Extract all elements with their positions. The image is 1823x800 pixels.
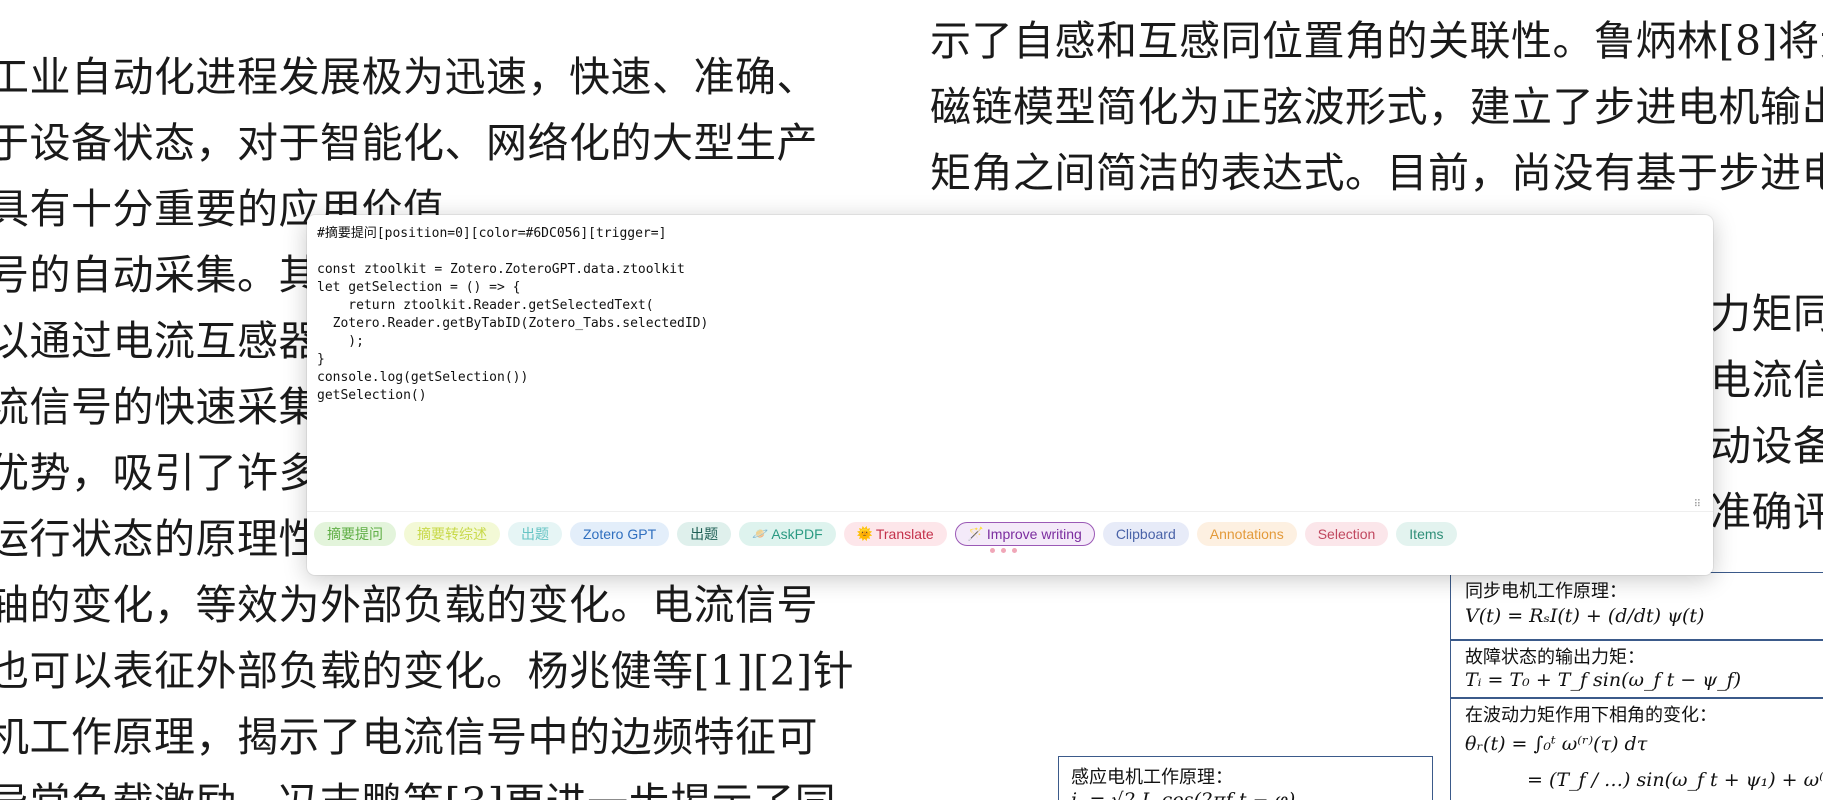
translate-icon: 🌞 — [856, 526, 873, 541]
pdf-text-line: 号的自动采集。其 — [0, 251, 320, 299]
tag-label: Annotations — [1209, 526, 1284, 542]
tag-label: 摘要转综述 — [417, 526, 487, 542]
formula-box-induction-motor: 感应电机工作原理： iₛ = √2 Iₛ cos(2πfₛt − φ) — [1058, 756, 1433, 800]
tag-items[interactable]: Items — [1396, 522, 1457, 546]
more-tags-icon[interactable] — [990, 548, 1017, 553]
tag-selection[interactable]: Selection — [1304, 522, 1389, 546]
pdf-text-line: 以通过电流互感器 — [0, 317, 320, 365]
tag-exam-2[interactable]: 出题 — [677, 522, 732, 546]
tag-label: 出题 — [690, 526, 719, 542]
tag-summary-to-review[interactable]: 摘要转综述 — [404, 522, 500, 546]
tag-askpdf[interactable]: 🪐 AskPDF — [739, 522, 836, 546]
prompt-editor[interactable]: #摘要提问[position=0][color=#6DC056][trigger… — [317, 225, 1703, 517]
formula-equation: iₛ = √2 Iₛ cos(2πfₛt − φ) — [1071, 789, 1296, 800]
pdf-text-line: 力矩同 — [1710, 290, 1823, 338]
tag-exam-1[interactable]: 出题 — [508, 522, 562, 546]
pdf-text-line: 机工作原理，揭示了电流信号中的边频特征可 — [0, 713, 818, 761]
tag-clipboard[interactable]: Clipboard — [1102, 522, 1189, 546]
tag-label: 摘要提问 — [327, 526, 383, 542]
pdf-text-line: 矩角之间简洁的表达式。目前，尚没有基于步进电 — [930, 149, 1823, 197]
tag-label: Translate — [875, 526, 934, 542]
formula-title: 故障状态的输出力矩： — [1465, 647, 1645, 668]
tag-label: Clipboard — [1115, 526, 1176, 542]
tag-label: Improve writing — [986, 526, 1082, 542]
pdf-text-line: 优势，吸引了许多 — [0, 449, 320, 497]
pdf-text-line: 轴的变化，等效为外部负载的变化。电流信号 — [0, 581, 818, 629]
command-tags: 摘要提问 摘要转综述 出题 Zotero GPT 出题 🪐 AskPDF 🌞 Translate… — [314, 522, 1457, 546]
pdf-text-line: 示了自感和互感同位置角的关联性。鲁炳林[8]将步 — [930, 17, 1823, 65]
pdf-text-line: 运行状态的原理性 — [0, 515, 320, 563]
formula-title: 同步电机工作原理： — [1465, 581, 1627, 602]
pdf-text-line: 也可以表征外部负载的变化。杨兆健等[1][2]针 — [0, 647, 855, 695]
zotero-gpt-popup: #摘要提问[position=0][color=#6DC056][trigger… — [307, 215, 1713, 575]
askpdf-icon: 🪐 — [752, 526, 769, 541]
tag-improve-writing[interactable]: 🪄 Improve writing — [954, 522, 1095, 546]
formula-box-synchronous-motor: 同步电机工作原理： V(t) = RₛI(t) + (d/dt) ψ(t) 故障… — [1450, 572, 1823, 800]
formula-title: 在波动力矩作用下相角的变化： — [1465, 705, 1717, 726]
pdf-text-line: 工业自动化进程发展极为迅速，快速、准确、 — [0, 53, 818, 101]
pdf-text-line: 准确评 — [1710, 488, 1823, 536]
pdf-text-line: 磁链模型简化为正弦波形式，建立了步进电机输出 — [930, 83, 1823, 131]
improve-writing-icon: 🪄 — [967, 526, 984, 541]
formula-title: 感应电机工作原理： — [1071, 767, 1233, 788]
formula-equation: V(t) = RₛI(t) + (d/dt) ψ(t) — [1465, 605, 1705, 627]
editor-divider — [307, 511, 1713, 512]
pdf-text-line: 电流信 — [1710, 356, 1823, 404]
tag-annotations[interactable]: Annotations — [1196, 522, 1297, 546]
tag-label: Items — [1409, 526, 1444, 542]
formula-equation: θᵣ(t) = ∫₀ᵗ ω⁽ʳ⁾(τ) dτ — [1465, 733, 1648, 755]
formula-divider — [1451, 697, 1823, 699]
tag-translate[interactable]: 🌞 Translate — [843, 522, 947, 546]
tag-label: Zotero GPT — [583, 526, 657, 542]
formula-equation: = (T_f / …) sin(ω_f t + ψ₁) + ω⁽ʳ⁾t — [1527, 769, 1823, 791]
formula-divider — [1451, 639, 1823, 641]
pdf-text-line: 动设备 — [1710, 422, 1823, 470]
pdf-text-line: 于设备状态，对于智能化、网络化的大型生产 — [0, 119, 818, 167]
tag-label: Selection — [1317, 526, 1376, 542]
tag-label: 出题 — [521, 526, 549, 542]
resize-grip-icon[interactable]: ⠿ — [1694, 499, 1701, 510]
formula-equation: Tᵢ = T₀ + T_f sin(ω_f t − ψ_f) — [1465, 669, 1742, 691]
tag-zotero-gpt[interactable]: Zotero GPT — [570, 522, 670, 546]
pdf-text-line: 流信号的快速采集 — [0, 383, 320, 431]
tag-label: AskPDF — [771, 526, 823, 542]
tag-summary-question[interactable]: 摘要提问 — [314, 522, 396, 546]
pdf-text-line: 异常负载激励。冯志鹏等[3]更进一步揭示了同 — [0, 778, 836, 800]
